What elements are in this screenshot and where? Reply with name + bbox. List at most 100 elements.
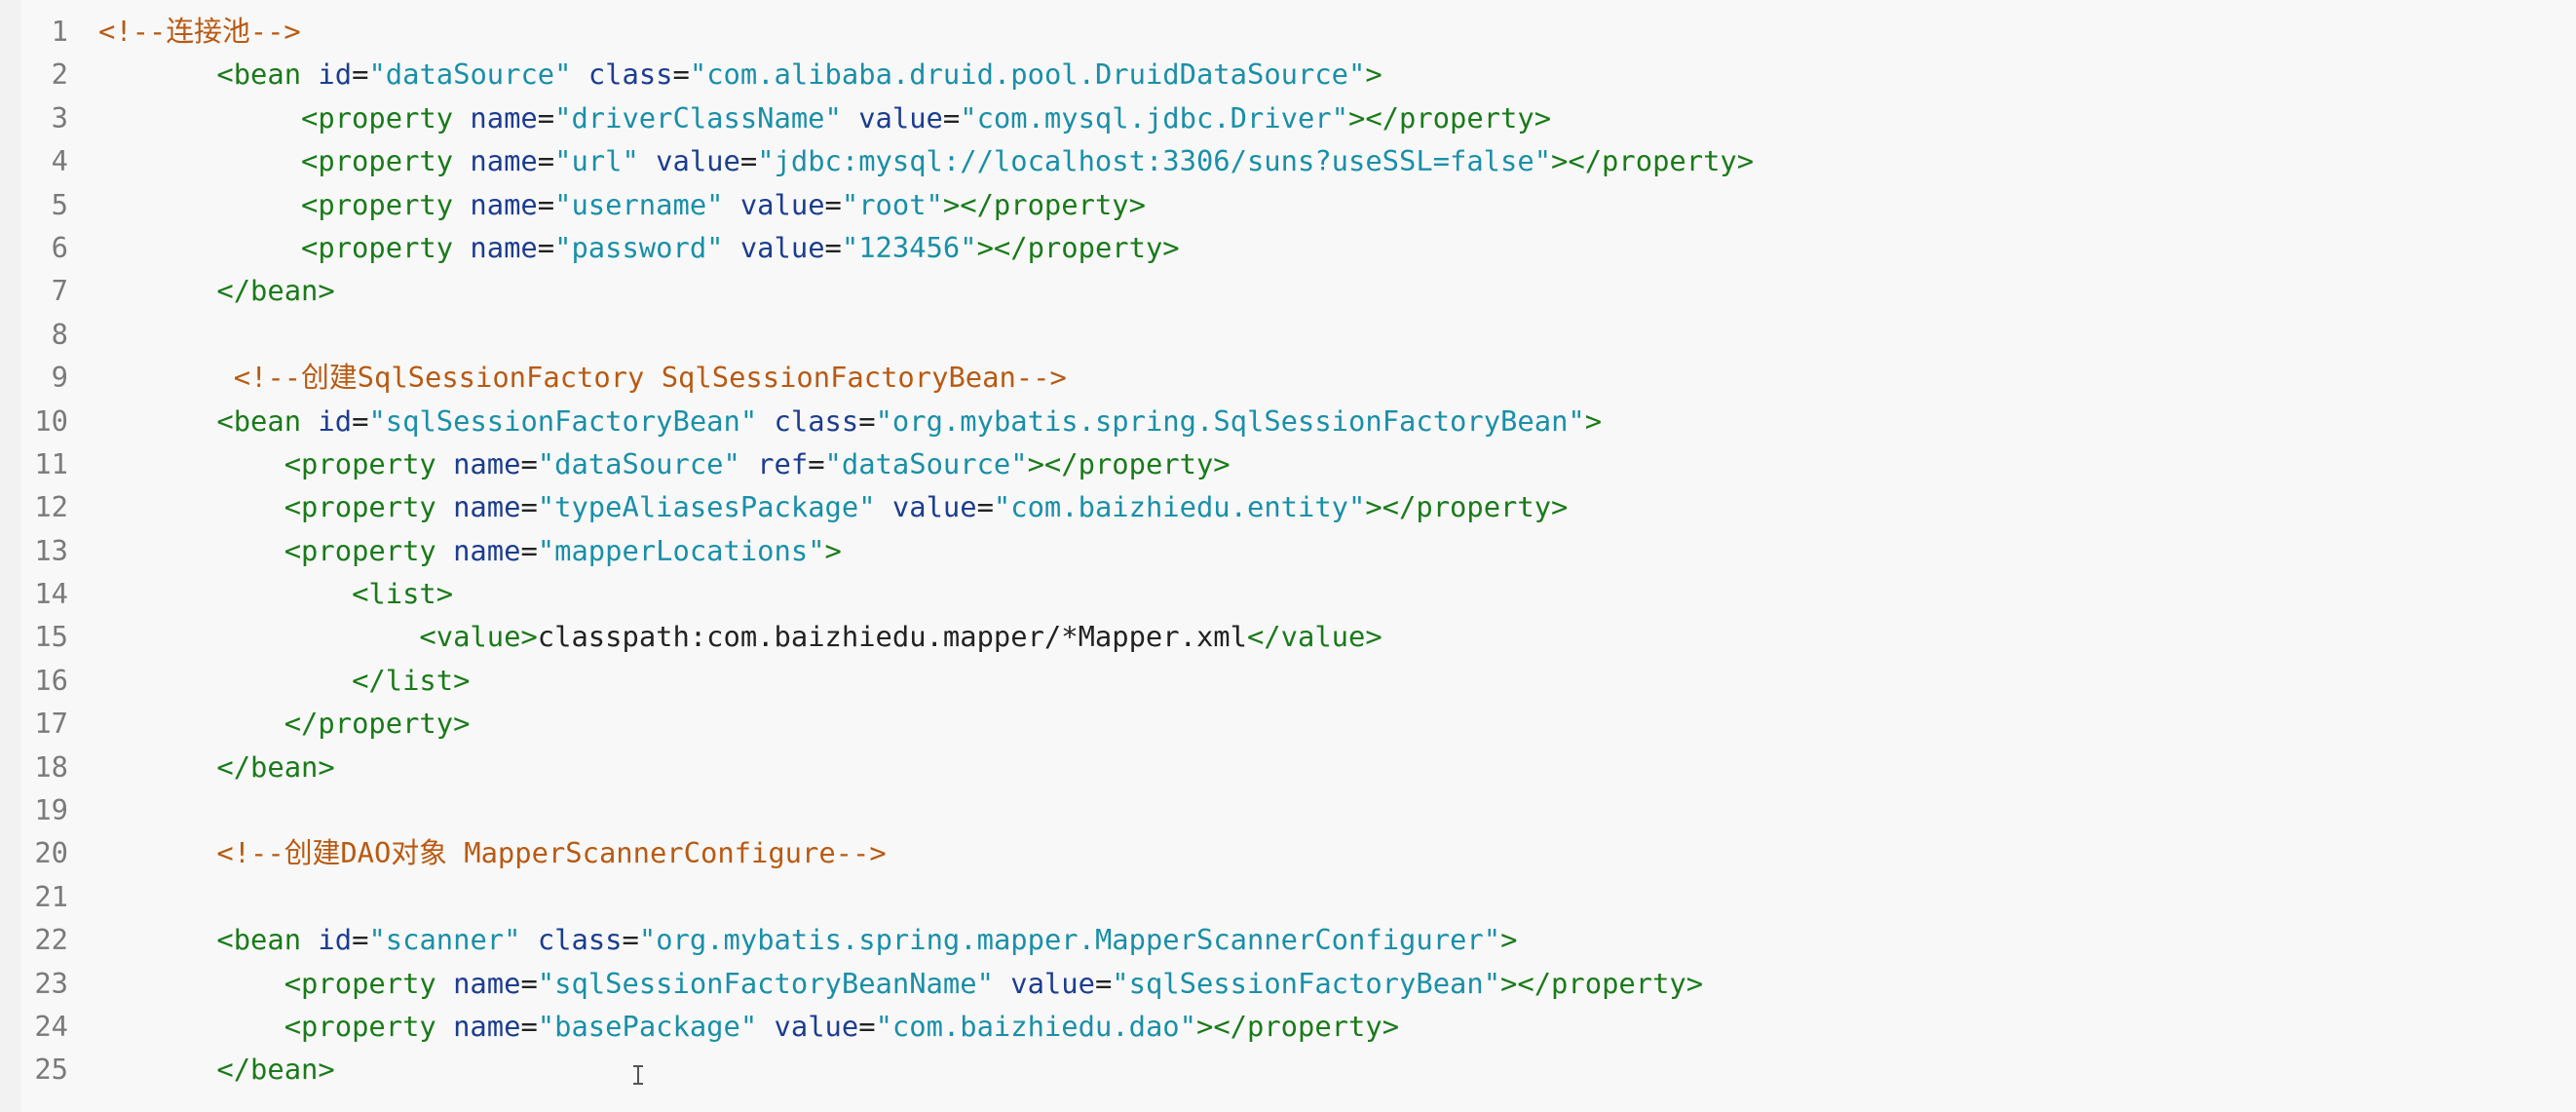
code-line[interactable]: 10 <bean id="sqlSessionFactoryBean" clas… [21,400,2576,442]
code-line[interactable]: 1 <!--连接池--> [21,10,2576,53]
xml-tag: > [1365,58,1383,92]
line-number: 11 [34,446,68,480]
code-line[interactable]: 25 </bean> [21,1048,2576,1091]
xml-tag: > [824,533,842,567]
xml-attribute: name [453,533,521,567]
code-line[interactable]: 4 <property name="url" value="jdbc:mysql… [21,139,2576,182]
code-line[interactable]: 11 <property name="dataSource" ref="data… [21,442,2576,485]
xml-attribute: value [774,1009,859,1043]
line-content: <!--连接池--> [98,10,301,53]
xml-string: "com.alibaba.druid.pool.DruidDataSource" [689,58,1366,92]
xml-attribute: value [739,230,825,264]
xml-tag: <property [301,100,471,134]
code-text: = [520,966,538,1000]
line-number: 12 [34,490,68,524]
line-number: 25 [34,1053,68,1087]
code-text: = [1094,966,1113,1000]
line-content: <bean id="scanner" class="org.mybatis.sp… [98,918,1517,961]
xml-attribute: value [891,490,977,524]
code-line[interactable]: 9 <!--创建SqlSessionFactory SqlSessionFact… [21,356,2576,399]
xml-tag: </list> [352,663,471,697]
code-text: = [520,490,538,524]
line-content: <property name="sqlSessionFactoryBeanNam… [98,962,1703,1005]
xml-attribute: value [739,187,825,221]
xml-string: "driverClassName" [554,100,842,134]
code-text: = [824,230,842,264]
code-line[interactable]: 16 </list> [21,659,2576,702]
code-text: = [858,1009,876,1043]
xml-string: "123456" [841,230,977,264]
xml-tag: </bean> [216,749,335,784]
line-number: 8 [51,317,68,351]
xml-tag: <property [284,490,454,524]
code-line[interactable]: 13 <property name="mapperLocations"> [21,529,2576,572]
line-number: 9 [51,361,68,395]
code-line[interactable]: 19 [21,788,2576,831]
xml-string: "com.baizhiedu.entity" [993,490,1366,524]
code-line[interactable]: 8 [21,313,2576,356]
code-text: classpath:com.baizhiedu.mapper/*Mapper.x… [537,620,1247,654]
line-content: <value>classpath:com.baizhiedu.mapper/*M… [98,615,1382,658]
line-number: 23 [34,966,68,1000]
xml-attribute: name [470,100,538,134]
xml-tag: </bean> [216,274,335,308]
code-line[interactable]: 18 </bean> [21,746,2576,788]
code-line[interactable]: 7 </bean> [21,269,2576,312]
line-number: 3 [51,100,68,134]
xml-string: "org.mybatis.spring.mapper.MapperScanner… [638,923,1501,957]
line-number: 13 [34,533,68,567]
code-line[interactable]: 23 <property name="sqlSessionFactoryBean… [21,962,2576,1005]
xml-string: "sqlSessionFactoryBean" [1112,966,1501,1000]
code-text: = [808,446,825,480]
code-line[interactable]: 21 [21,875,2576,918]
line-content: <property name="username" value="root"><… [98,183,1146,226]
xml-string: "org.mybatis.spring.SqlSessionFactoryBea… [875,403,1585,438]
line-content: </bean> [98,1048,335,1091]
code-line[interactable]: 24 <property name="basePackage" value="c… [21,1005,2576,1048]
xml-attribute: name [453,446,521,480]
xml-string: "url" [554,144,639,178]
xml-attribute: class [587,58,673,92]
code-line[interactable]: 22 <bean id="scanner" class="org.mybatis… [21,918,2576,961]
code-text: = [352,403,369,438]
xml-comment: <!--创建SqlSessionFactory SqlSessionFactor… [233,361,1067,395]
code-text: = [824,187,842,221]
line-number: 21 [34,879,68,913]
code-editor[interactable]: 1 <!--连接池--> 2 <bean id="dataSource" class… [21,0,2576,1112]
code-line[interactable]: 2 <bean id="dataSource" class="com.aliba… [21,53,2576,96]
code-text: = [739,144,758,178]
line-content: <property name="typeAliasesPackage" valu… [98,485,1569,528]
line-number: 24 [34,1009,68,1043]
line-content: <property name="dataSource" ref="dataSou… [98,442,1231,485]
code-line[interactable]: 12 <property name="typeAliasesPackage" v… [21,485,2576,528]
code-area[interactable]: 1 <!--连接池--> 2 <bean id="dataSource" class… [21,10,2576,1092]
code-line[interactable]: 6 <property name="password" value="12345… [21,226,2576,269]
line-content: </bean> [98,746,335,788]
code-text: = [520,446,538,480]
xml-tag: <bean [216,923,319,957]
line-number: 1 [51,15,68,48]
line-number: 2 [51,58,68,92]
code-text: = [858,403,876,438]
xml-tag: ></property> [1348,100,1552,134]
code-line[interactable]: 5 <property name="username" value="root"… [21,183,2576,226]
xml-tag: </bean> [216,1053,335,1087]
code-line[interactable]: 3 <property name="driverClassName" value… [21,96,2576,139]
code-line[interactable]: 17 </property> [21,702,2576,745]
code-line[interactable]: 15 <value>classpath:com.baizhiedu.mapper… [21,615,2576,658]
code-line[interactable]: 14 <list> [21,572,2576,615]
code-text: = [672,58,690,92]
xml-tag: <bean [216,403,319,438]
code-line[interactable]: 20 <!--创建DAO对象 MapperScannerConfigure--> [21,831,2576,874]
xml-string: "root" [841,187,943,221]
xml-attribute: name [453,490,521,524]
